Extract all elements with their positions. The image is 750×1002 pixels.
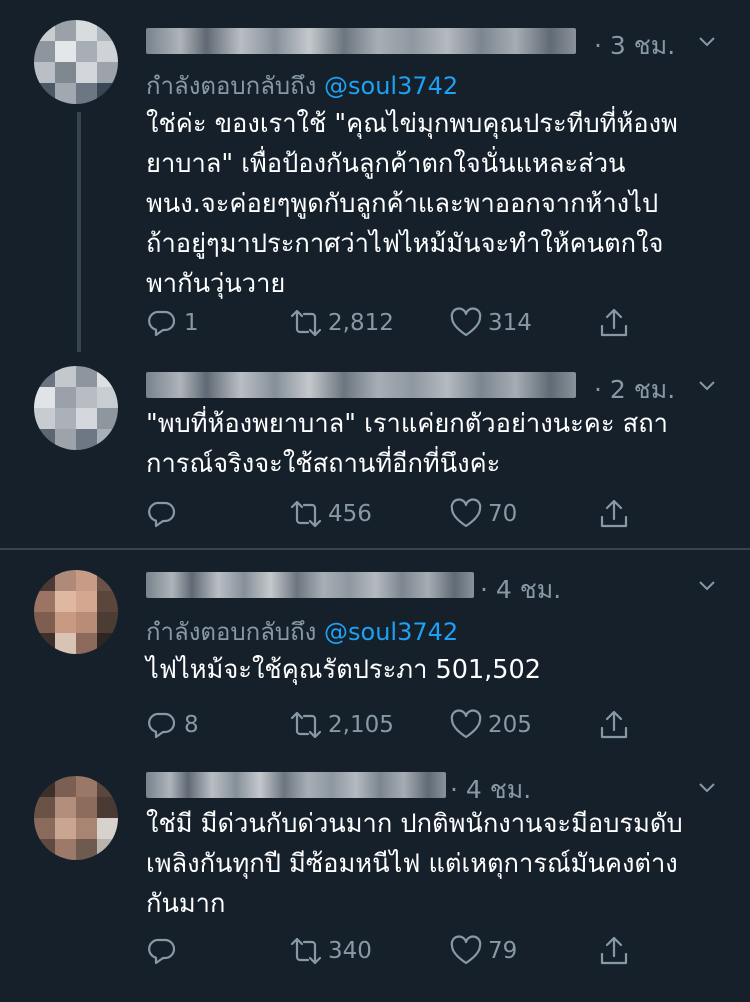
- reply-button[interactable]: 1: [146, 303, 199, 343]
- retweet-icon: [290, 937, 322, 965]
- share-button[interactable]: [598, 303, 630, 343]
- tweet[interactable]: · 4 ชม. กำลังตอบกลับถึง @soul3742 ไฟไหม้…: [0, 550, 750, 760]
- user-name[interactable]: [146, 572, 474, 598]
- reply-prefix: กำลังตอบกลับถึง: [146, 72, 317, 100]
- like-button[interactable]: 205: [450, 705, 532, 745]
- tweet-text: ใช่มี มีด่วนกับด่วนมาก ปกติพนักงานจะมีอบ…: [146, 804, 683, 924]
- avatar[interactable]: [34, 570, 118, 654]
- like-count: 70: [488, 501, 518, 527]
- tweet[interactable]: · 4 ชม. ใช่มี มีด่วนกับด่วนมาก ปกติพนักง…: [0, 760, 750, 1002]
- share-icon: [600, 710, 628, 739]
- retweet-icon: [290, 711, 322, 739]
- tweet-actions: 340 79: [146, 931, 646, 971]
- share-icon: [600, 499, 628, 528]
- retweet-button[interactable]: 2,812: [290, 303, 394, 343]
- reply-count: 8: [184, 712, 199, 738]
- chevron-down-icon[interactable]: [698, 32, 716, 50]
- tweet-text: ไฟไหม้จะใช้คุณรัตประภา 501,502: [146, 650, 541, 690]
- share-icon: [600, 308, 628, 337]
- reply-button[interactable]: [146, 494, 184, 534]
- share-button[interactable]: [598, 494, 630, 534]
- reply-handle-link[interactable]: @soul3742: [324, 618, 458, 646]
- retweet-button[interactable]: 2,105: [290, 705, 394, 745]
- tweet-text-line: พนง.จะค่อยๆพูดกับลูกค้าและพาออกจากห้างไป: [146, 189, 659, 219]
- retweet-count: 2,105: [328, 712, 394, 738]
- reply-icon: [148, 712, 176, 739]
- reply-icon: [148, 938, 176, 965]
- reply-icon: [148, 501, 176, 528]
- replying-to: กำลังตอบกลับถึง @soul3742: [146, 612, 458, 651]
- like-icon: [450, 498, 482, 528]
- share-button[interactable]: [598, 931, 630, 971]
- tweet[interactable]: · 2 ชม. "พบที่ห้องพยาบาล" เราแค่ยกตัวอย่…: [0, 352, 750, 548]
- retweet-icon: [290, 309, 322, 337]
- like-icon: [450, 307, 482, 337]
- retweet-count: 2,812: [328, 310, 394, 336]
- like-icon: [450, 935, 482, 965]
- like-count: 205: [488, 712, 532, 738]
- retweet-button[interactable]: 456: [290, 494, 372, 534]
- like-count: 314: [488, 310, 532, 336]
- tweet-time[interactable]: · 4 ชม.: [480, 570, 561, 610]
- retweet-count: 340: [328, 938, 372, 964]
- like-button[interactable]: 79: [450, 931, 517, 971]
- tweet-text-line: กันมาก: [146, 889, 226, 919]
- tweet-actions: 456 70: [146, 494, 646, 534]
- share-button[interactable]: [598, 705, 630, 745]
- tweet-text: ใช่ค่ะ ของเราใช้ "คุณไข่มุกพบคุณประทีบที…: [146, 104, 678, 304]
- avatar[interactable]: [34, 20, 118, 104]
- chevron-down-icon[interactable]: [698, 576, 716, 594]
- reply-count: 1: [184, 310, 199, 336]
- tweet-text-line: การณ์จริงจะใช้สถานที่อีกที่นึงค่ะ: [146, 449, 501, 479]
- tweet-text-line: พากันวุ่นวาย: [146, 269, 286, 299]
- avatar[interactable]: [34, 776, 118, 860]
- reply-button[interactable]: 8: [146, 705, 199, 745]
- share-icon: [600, 936, 628, 965]
- reply-prefix: กำลังตอบกลับถึง: [146, 618, 317, 646]
- tweet-text-line: ใช่ค่ะ ของเราใช้ "คุณไข่มุกพบคุณประทีบที…: [146, 109, 678, 139]
- like-count: 79: [488, 938, 518, 964]
- chevron-down-icon[interactable]: [698, 778, 716, 796]
- tweet-actions: 8 2,105 205: [146, 705, 646, 745]
- tweet-actions: 1 2,812 314: [146, 303, 646, 343]
- tweet-time[interactable]: · 3 ชม.: [594, 26, 675, 66]
- tweet-text-line: ไฟไหม้จะใช้คุณรัตประภา 501,502: [146, 655, 541, 685]
- tweet-text-line: ถ้าอยู่ๆมาประกาศว่าไฟไหม้มันจะทำให้คนตกใ…: [146, 229, 664, 259]
- tweet-text-line: "พบที่ห้องพยาบาล" เราแค่ยกตัวอย่างนะคะ ส…: [146, 409, 668, 439]
- reply-handle-link[interactable]: @soul3742: [324, 72, 458, 100]
- user-name[interactable]: [146, 772, 446, 798]
- chevron-down-icon[interactable]: [698, 376, 716, 394]
- replying-to: กำลังตอบกลับถึง @soul3742: [146, 66, 458, 105]
- tweet-text-line: เพลิงกันทุกปี มีซ้อมหนีไฟ แต่เหตุการณ์มั…: [146, 849, 678, 879]
- tweet-text: "พบที่ห้องพยาบาล" เราแค่ยกตัวอย่างนะคะ ส…: [146, 404, 668, 484]
- reply-icon: [148, 310, 176, 337]
- reply-button[interactable]: [146, 931, 184, 971]
- retweet-icon: [290, 500, 322, 528]
- retweet-button[interactable]: 340: [290, 931, 372, 971]
- like-icon: [450, 709, 482, 739]
- user-name[interactable]: [146, 28, 576, 54]
- user-name[interactable]: [146, 372, 576, 398]
- like-button[interactable]: 70: [450, 494, 517, 534]
- like-button[interactable]: 314: [450, 303, 532, 343]
- tweet[interactable]: · 3 ชม. กำลังตอบกลับถึง @soul3742 ใช่ค่ะ…: [0, 0, 750, 350]
- retweet-count: 456: [328, 501, 372, 527]
- tweet-text-line: ยาบาล" เพื่อป้องกันลูกค้าตกใจนั่นแหละส่ว…: [146, 149, 626, 179]
- tweet-text-line: ใช่มี มีด่วนกับด่วนมาก ปกติพนักงานจะมีอบ…: [146, 809, 683, 839]
- avatar[interactable]: [34, 366, 118, 450]
